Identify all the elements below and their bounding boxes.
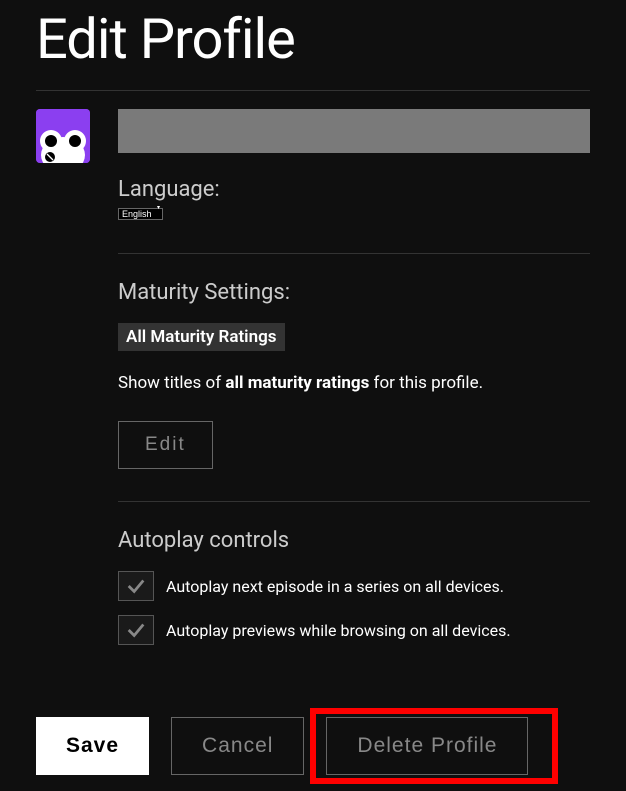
page-title: Edit Profile — [36, 0, 590, 91]
autoplay-next-checkbox[interactable] — [118, 571, 154, 601]
maturity-rating-chip: All Maturity Ratings — [118, 323, 285, 351]
maturity-edit-button[interactable]: Edit — [118, 421, 213, 469]
delete-profile-button[interactable]: Delete Profile — [326, 717, 528, 775]
autoplay-option-previews: Autoplay previews while browsing on all … — [118, 615, 590, 645]
autoplay-heading: Autoplay controls — [118, 528, 590, 553]
autoplay-next-label: Autoplay next episode in a series on all… — [166, 577, 504, 596]
maturity-heading: Maturity Settings: — [118, 280, 590, 305]
profile-name-input[interactable] — [118, 109, 590, 153]
autoplay-option-next-episode: Autoplay next episode in a series on all… — [118, 571, 590, 601]
autoplay-previews-label: Autoplay previews while browsing on all … — [166, 621, 511, 640]
divider — [118, 253, 590, 254]
maturity-description: Show titles of all maturity ratings for … — [118, 373, 590, 393]
save-button[interactable]: Save — [36, 717, 149, 775]
checkmark-icon — [125, 619, 147, 641]
profile-avatar[interactable] — [36, 109, 90, 163]
divider — [118, 501, 590, 502]
checkmark-icon — [125, 575, 147, 597]
cancel-button[interactable]: Cancel — [171, 717, 304, 775]
autoplay-previews-checkbox[interactable] — [118, 615, 154, 645]
language-label: Language: — [118, 177, 590, 202]
action-bar: Save Cancel Delete Profile — [36, 717, 590, 775]
language-select[interactable]: English — [118, 208, 163, 220]
